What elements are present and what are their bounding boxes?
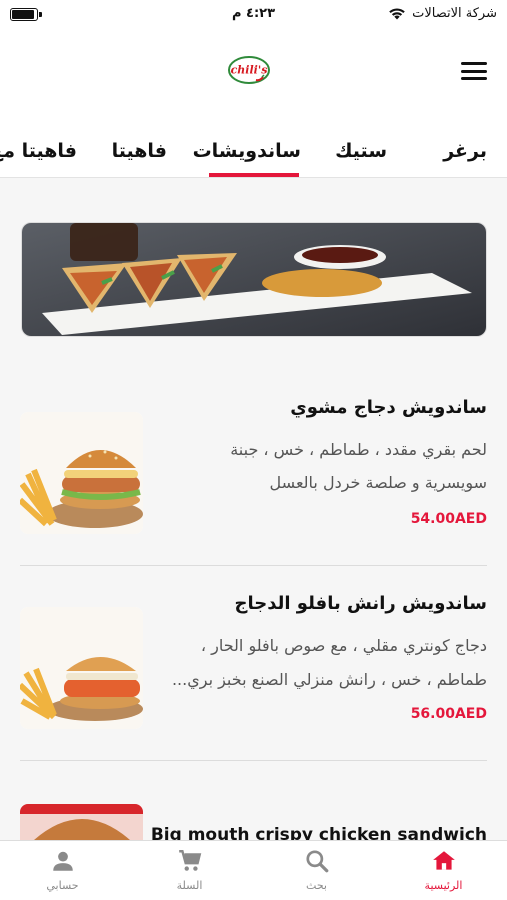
item-price: 56.00AED [410,706,487,722]
tab-steak[interactable]: ستيك [335,140,387,162]
status-bar: شركة الاتصالات ٤:٢٣ م [0,0,507,30]
nav-search-label: بحث [306,879,327,892]
menu-item[interactable]: ساندويش دجاج مشوي لحم بقري مقدد ، طماطم … [0,397,507,587]
item-desc-line-2: طماطم ، خس ، رانش منزلي الصنع بخبز بري..… [171,670,487,689]
item-desc-line-2: سويسرية و صلصة خردل بالعسل [269,473,487,492]
nav-home-label: الرئيسية [424,879,463,892]
nav-home[interactable]: الرئيسية [380,841,507,900]
nav-cart-label: السلة [176,879,203,892]
nav-cart[interactable]: السلة [126,841,253,900]
hamburger-line [461,62,487,65]
chilis-logo[interactable]: chili's [228,55,270,85]
divider [20,565,487,566]
battery-level [12,10,34,19]
tab-sandwiches[interactable]: ساندويشات [193,140,301,162]
carrier: شركة الاتصالات [388,6,497,21]
carrier-name: شركة الاتصالات [412,6,497,21]
tab-fajitas-more[interactable]: فاهيتا مع [0,140,77,162]
category-tabs: برغر ستيك ساندويشات فاهيتا فاهيتا مع [0,120,507,178]
nav-account[interactable]: حسابي [0,841,126,900]
item-title: ساندويش دجاج مشوي [290,397,487,418]
home-icon [432,851,455,870]
wifi-icon [389,8,405,20]
tab-burger[interactable]: برغر [443,140,487,162]
bottom-navigation: الرئيسية بحث السلة حسابي [0,840,507,900]
item-image [20,607,143,729]
banner-image [22,223,486,336]
hamburger-line [461,69,487,73]
cart-icon [178,850,201,871]
nav-search[interactable]: بحث [253,841,380,900]
active-tab-indicator [209,173,299,177]
search-icon [305,850,328,873]
hamburger-line [461,77,487,80]
account-icon [52,851,73,871]
item-desc-line-1: دجاج كونتري مقلي ، مع صوص بافلو الحار ، [200,636,487,655]
tab-fajitas[interactable]: فاهيتا [112,140,167,162]
category-banner [21,222,487,337]
clock: ٤:٢٣ م [231,6,276,21]
item-desc-line-1: لحم بقري مقدد ، طماطم ، خس ، جبنة [230,440,487,459]
battery-icon [10,8,42,21]
nav-account-label: حسابي [46,879,79,892]
divider [20,760,487,761]
app-header: chili's [0,30,507,120]
item-image [20,804,143,840]
logo-text: chili's [231,64,268,77]
item-price: 54.00AED [410,511,487,527]
menu-button[interactable] [461,62,487,82]
menu-item[interactable]: ساندويش رانش بافلو الدجاج دجاج كونتري مق… [0,593,507,783]
item-image [20,412,143,534]
item-title: ساندويش رانش بافلو الدجاج [234,593,487,614]
